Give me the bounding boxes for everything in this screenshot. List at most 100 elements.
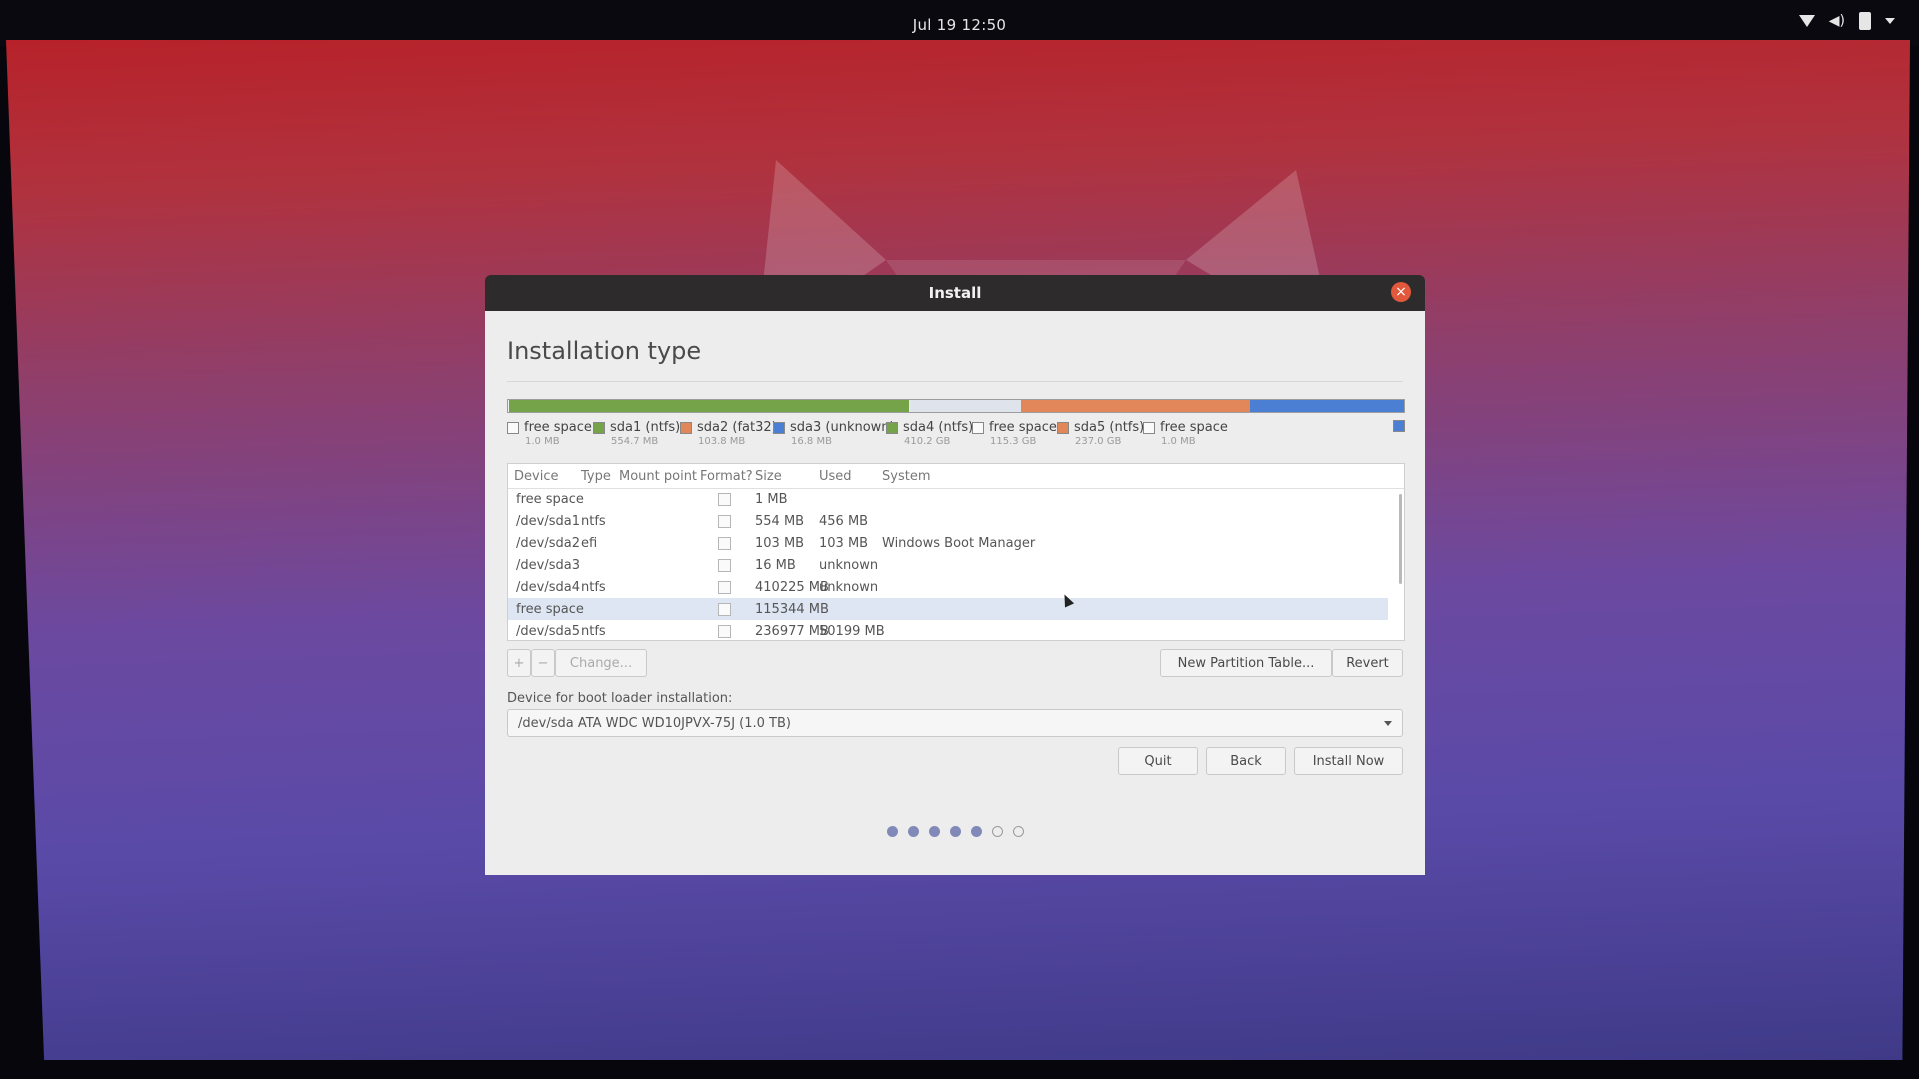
partition-legend: free space 1.0 MB sda1 (ntfs) 554.7 MB sda2 … (507, 420, 1407, 454)
cell-device: free space (516, 602, 584, 617)
format-checkbox[interactable] (718, 625, 731, 638)
table-row[interactable]: /dev/sda5 ntfs 236977 MB 50199 MB (508, 620, 1388, 642)
cell-size: 236977 MB (755, 624, 829, 639)
cell-size: 410225 MB (755, 580, 829, 595)
col-system[interactable]: System (882, 469, 930, 484)
legend-label: free space (1160, 420, 1228, 435)
col-device[interactable]: Device (514, 469, 558, 484)
legend-size: 115.3 GB (990, 436, 1037, 447)
partition-controls: + − Change... New Partition Table... Rev… (507, 649, 1403, 679)
col-used[interactable]: Used (819, 469, 852, 484)
format-checkbox[interactable] (718, 559, 731, 572)
legend-label: free space (524, 420, 592, 435)
table-scrollbar[interactable] (1399, 494, 1402, 584)
cell-device: free space (516, 492, 584, 507)
cell-type: ntfs (581, 514, 606, 529)
cell-size: 1 MB (755, 492, 788, 507)
disk-bar-segment (508, 400, 910, 412)
install-now-button[interactable]: Install Now (1294, 747, 1403, 775)
table-row[interactable]: /dev/sda1 ntfs 554 MB 456 MB (508, 510, 1388, 532)
page-title: Installation type (507, 337, 702, 365)
system-menu-caret-icon (1885, 18, 1895, 24)
format-checkbox[interactable] (718, 537, 731, 550)
col-size[interactable]: Size (755, 469, 782, 484)
cell-used: unknown (819, 580, 879, 595)
boot-loader-select[interactable]: /dev/sda ATA WDC WD10JPVX-75J (1.0 TB) (507, 709, 1403, 737)
legend-swatch (1057, 421, 1069, 434)
legend-label: free space (989, 420, 1057, 435)
progress-dot (1012, 826, 1024, 837)
legend-label: sda5 (ntfs) (1074, 420, 1145, 435)
table-row[interactable]: /dev/sda3 16 MB unknown (508, 554, 1388, 576)
cell-used: 103 MB (819, 536, 869, 551)
boot-loader-label: Device for boot loader installation: (507, 691, 733, 706)
progress-dot (886, 826, 898, 837)
dialog-titlebar[interactable]: Install × (485, 275, 1425, 311)
change-partition-button[interactable]: Change... (555, 649, 647, 677)
table-row[interactable]: /dev/sda2 efi 103 MB 103 MB Windows Boot Man… (508, 532, 1388, 554)
wifi-icon (1798, 15, 1815, 27)
boot-loader-value: /dev/sda ATA WDC WD10JPVX-75J (1.0 TB) (518, 716, 791, 731)
cell-size: 103 MB (755, 536, 805, 551)
legend-size: 410.2 GB (904, 436, 951, 447)
clock[interactable]: Jul 19 12:50 (0, 16, 1919, 34)
dialog-title: Install (928, 284, 982, 302)
col-mount-point[interactable]: Mount point (619, 469, 697, 484)
cell-device: /dev/sda5 (516, 624, 580, 639)
cell-size: 115344 MB (755, 602, 829, 617)
legend-swatch (1143, 421, 1155, 434)
format-checkbox[interactable] (718, 603, 731, 616)
legend-swatch (1393, 420, 1405, 432)
top-bar: Jul 19 12:50 ◀) (0, 0, 1919, 46)
table-row[interactable]: free space 1 MB (508, 488, 1388, 510)
table-row[interactable]: /dev/sda4 ntfs 410225 MB unknown (508, 576, 1388, 598)
screen: Jul 19 12:50 ◀) Install × Installation t… (0, 0, 1919, 1079)
legend-item: free space 115.3 GB (972, 420, 1057, 447)
legend-size: 103.8 MB (698, 436, 746, 447)
legend-item: sda4 (ntfs) 410.2 GB (886, 420, 973, 447)
legend-swatch (773, 421, 785, 434)
partition-table[interactable]: Device Type Mount point Format? Size Use… (507, 463, 1405, 641)
format-checkbox[interactable] (718, 515, 731, 528)
cell-device: /dev/sda4 (516, 580, 580, 595)
format-checkbox[interactable] (718, 493, 731, 506)
col-type[interactable]: Type (581, 469, 611, 484)
divider (507, 381, 1403, 382)
legend-label: sda4 (ntfs) (903, 420, 974, 435)
legend-size: 1.0 MB (1161, 436, 1196, 447)
add-partition-button[interactable]: + (507, 649, 531, 677)
cell-size: 16 MB (755, 558, 796, 573)
cell-used: 456 MB (819, 514, 869, 529)
remove-partition-button[interactable]: − (531, 649, 555, 677)
legend-size: 237.0 GB (1075, 436, 1122, 447)
cell-device: /dev/sda1 (516, 514, 580, 529)
new-partition-table-button[interactable]: New Partition Table... (1160, 649, 1332, 677)
back-button[interactable]: Back (1206, 747, 1286, 775)
progress-dot (949, 826, 961, 837)
legend-swatch (886, 421, 898, 434)
cell-system: Windows Boot Manager (882, 536, 1036, 551)
format-checkbox[interactable] (718, 581, 731, 594)
legend-item: sda1 (ntfs) 554.7 MB (593, 420, 680, 447)
disk-bar-segment (911, 400, 1022, 412)
battery-icon (1859, 12, 1871, 30)
legend-item: free space 1.0 MB (507, 420, 592, 447)
legend-swatch (680, 421, 692, 434)
col-format[interactable]: Format? (700, 469, 753, 484)
close-icon[interactable]: × (1391, 282, 1411, 302)
quit-button[interactable]: Quit (1118, 747, 1198, 775)
legend-swatch (507, 421, 519, 434)
cell-type: ntfs (581, 624, 606, 639)
revert-button[interactable]: Revert (1332, 649, 1403, 677)
legend-item: sda5 (ntfs) 237.0 GB (1057, 420, 1144, 447)
table-header: Device Type Mount point Format? Size Use… (508, 464, 1404, 489)
disk-usage-bar (507, 399, 1405, 413)
legend-item: sda3 (unknown) 16.8 MB (773, 420, 895, 447)
system-tray[interactable]: ◀) (1798, 12, 1895, 30)
progress-dot (907, 826, 919, 837)
progress-dot (928, 826, 940, 837)
disk-bar-segment (1021, 400, 1250, 412)
legend-label: sda1 (ntfs) (610, 420, 681, 435)
table-row[interactable]: free space 115344 MB (508, 598, 1388, 620)
cell-type: ntfs (581, 580, 606, 595)
